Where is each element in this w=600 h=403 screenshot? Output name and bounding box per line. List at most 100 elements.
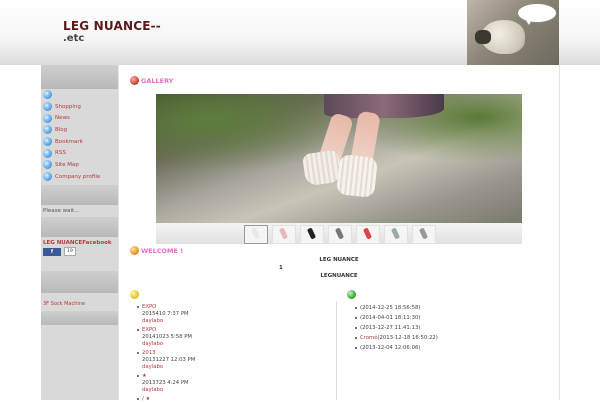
welcome-title: WELCOME ! xyxy=(141,246,184,255)
sidebar-item-site-map[interactable]: › Site Map xyxy=(41,159,118,171)
sidebar-item-shopping[interactable]: › Shopping xyxy=(41,101,118,113)
list-item: / ★ xyxy=(137,395,327,403)
arrow-icon: › xyxy=(43,137,52,147)
updates-list: (2014-12-25 18:56:58) (2014-04-01 18:11:… xyxy=(355,303,555,353)
sidebar-item-label: RSS xyxy=(55,150,66,157)
update-link[interactable]: Cromé xyxy=(360,335,377,341)
update-date: (2014-04-01 18:11:30) xyxy=(360,315,421,321)
gallery-heading: GALLERY xyxy=(130,76,173,85)
sock-thumb-icon xyxy=(362,227,373,240)
updates-icon xyxy=(347,290,356,299)
bullet-icon xyxy=(355,307,357,309)
list-item[interactable]: (2014-12-25 18:56:58) xyxy=(355,303,555,313)
sidebar-item-label: Blog xyxy=(55,126,68,133)
blog-entry-title-text: EXPO xyxy=(142,326,157,333)
blog-entry-author[interactable]: daylabo xyxy=(137,364,327,372)
update-date: (2013-12-04 12:06:06) xyxy=(360,345,421,351)
sidebar-item-news[interactable]: › News xyxy=(41,112,118,124)
welcome-text: LEGNUANCE xyxy=(320,273,358,279)
gallery-thumbnail[interactable] xyxy=(412,225,436,244)
gallery-icon xyxy=(130,76,139,85)
sidebar-item-rss[interactable]: › RSS xyxy=(41,147,118,159)
blog-entry-title[interactable]: 2013 xyxy=(137,349,327,357)
bullet-icon xyxy=(137,351,139,354)
list-item: ★ 2013723 4:24 PM daylabo xyxy=(137,372,327,395)
blog-entry-title[interactable]: EXPO xyxy=(137,326,327,334)
list-item: EXPO 2015410 7:37 PM daylabo xyxy=(137,303,327,326)
sidebar-band xyxy=(41,271,118,293)
arrow-icon: › xyxy=(43,125,52,135)
blog-entry-title[interactable]: ★ xyxy=(137,372,327,380)
gallery-thumbnail[interactable] xyxy=(244,225,268,244)
blog-entry-title-text: ★ xyxy=(142,372,147,379)
sidebar-item-label: News xyxy=(55,115,70,122)
site-header: LEG NUANCE-- .etc xyxy=(0,0,600,65)
gallery-thumbnail[interactable] xyxy=(328,225,352,244)
welcome-icon xyxy=(130,246,139,255)
bullet-icon xyxy=(355,327,357,329)
list-item[interactable]: (2014-04-01 18:11:30) xyxy=(355,313,555,323)
gallery-main-image[interactable] xyxy=(156,94,522,223)
sock-thumb-icon xyxy=(418,227,429,240)
arrow-icon: › xyxy=(43,148,52,158)
list-item[interactable]: Cromé (2013-12-18 16:50:22) xyxy=(355,333,555,343)
facebook-like-count: 19 xyxy=(64,247,76,256)
speech-bubble-tail xyxy=(525,19,532,25)
sidebar-band xyxy=(41,185,118,205)
blog-entry-title-text: / ★ xyxy=(142,395,151,402)
sock-thumb-icon xyxy=(390,227,401,240)
blog-entry-author[interactable]: daylabo xyxy=(137,341,327,349)
loading-text: Please wait... xyxy=(43,208,80,214)
sidebar-item-blog[interactable]: › Blog xyxy=(41,124,118,136)
blog-entry-title[interactable]: EXPO xyxy=(137,303,327,311)
gallery-thumbnail-strip xyxy=(156,223,522,244)
sidebar-item-company-profile[interactable]: › Company profile xyxy=(41,171,118,183)
arrow-icon: › xyxy=(43,172,52,182)
facebook-like-row: f 19 xyxy=(43,247,76,256)
arrow-icon: › xyxy=(43,90,52,100)
sock-thumb-icon xyxy=(250,227,261,240)
bullet-icon xyxy=(137,374,139,377)
gallery-thumbnail[interactable] xyxy=(384,225,408,244)
sock-shape xyxy=(301,149,343,187)
gallery-thumbnail[interactable] xyxy=(356,225,380,244)
site-title[interactable]: LEG NUANCE-- xyxy=(63,19,161,33)
blog-entry-date: 20131227 12:03 PM xyxy=(142,356,196,363)
update-date: (2013-12-27 11:41:13) xyxy=(360,325,421,331)
sidebar: › › Shopping › News › Blog › Bookmark › RSS ›… xyxy=(41,65,118,400)
sock-thumb-icon xyxy=(334,227,345,240)
list-item: EXPO 20141023 5:58 PM daylabo xyxy=(137,326,327,349)
blog-heading xyxy=(130,290,141,299)
blog-icon xyxy=(130,290,139,299)
blog-entry-date: 2015410 7:37 PM xyxy=(142,310,189,317)
sock-machine-link[interactable]: 3F Sock Machine xyxy=(43,301,85,307)
blog-entry-title-text: EXPO xyxy=(142,303,157,310)
list-item[interactable]: (2013-12-27 11:41:13) xyxy=(355,323,555,333)
sidebar-band xyxy=(41,217,118,237)
sidebar-item-bookmark[interactable]: › Bookmark xyxy=(41,136,118,148)
blog-entry-title[interactable]: / ★ xyxy=(137,395,327,403)
bullet-icon xyxy=(137,328,139,331)
sock-shape xyxy=(336,154,378,198)
sidebar-item-home[interactable]: › xyxy=(41,89,118,101)
list-item[interactable]: (2013-12-04 12:06:06) xyxy=(355,343,555,353)
gallery-thumbnail[interactable] xyxy=(300,225,324,244)
facebook-title[interactable]: LEG NUANCEFacebook xyxy=(43,240,112,246)
sidebar-band xyxy=(41,311,118,325)
blog-entry-author[interactable]: daylabo xyxy=(137,387,327,395)
sidebar-nav: › › Shopping › News › Blog › Bookmark › RSS ›… xyxy=(41,89,118,183)
column-divider xyxy=(336,301,337,400)
sidebar-item-label: Site Map xyxy=(55,161,79,168)
blog-entry-date: 20141023 5:58 PM xyxy=(142,333,192,340)
gallery-thumbnail[interactable] xyxy=(272,225,296,244)
welcome-text: 1 xyxy=(279,265,283,271)
sidebar-item-label: Bookmark xyxy=(55,138,83,145)
arrow-icon: › xyxy=(43,160,52,170)
update-date: (2014-12-25 18:56:58) xyxy=(360,305,421,311)
sheep-face xyxy=(475,30,491,44)
list-item: 2013 20131227 12:03 PM daylabo xyxy=(137,349,327,372)
sock-thumb-icon xyxy=(278,227,289,240)
bullet-icon xyxy=(355,337,357,339)
blog-entry-author[interactable]: daylabo xyxy=(137,318,327,326)
facebook-like-button[interactable]: f xyxy=(43,247,61,256)
